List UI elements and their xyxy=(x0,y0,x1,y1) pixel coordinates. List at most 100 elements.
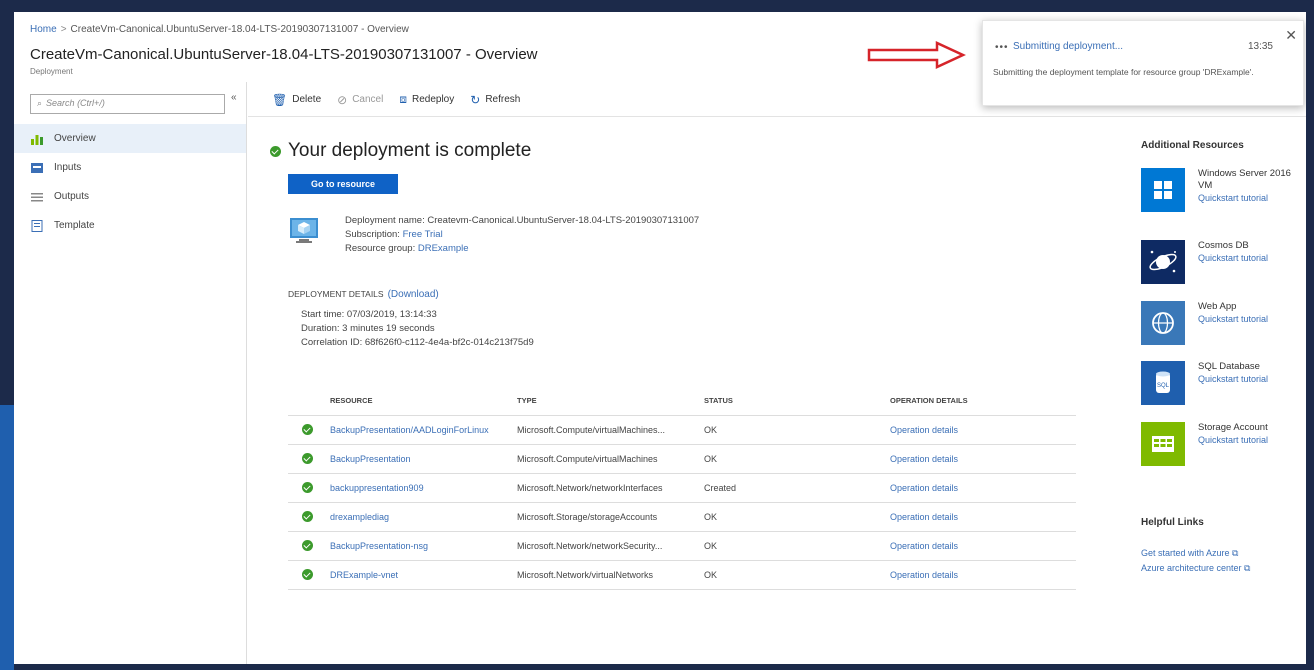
resource-status: OK xyxy=(704,541,718,551)
table-row: BackupPresentation/AADLoginForLinux Micr… xyxy=(288,416,1076,445)
resource-text: Storage Account Quickstart tutorial xyxy=(1198,422,1298,446)
template-icon xyxy=(31,219,43,232)
resource-name: SQL Database xyxy=(1198,361,1260,372)
success-check-icon xyxy=(270,145,281,157)
sidebar-nav: Overview Inputs Outputs Template xyxy=(14,124,246,240)
resource-type: Microsoft.Network/networkSecurity... xyxy=(517,541,663,551)
operation-details-link[interactable]: Operation details xyxy=(890,483,1076,493)
resource-text: SQL Database Quickstart tutorial xyxy=(1198,361,1298,385)
delete-button[interactable]: 🗑 Delete xyxy=(272,93,321,107)
operation-details-link[interactable]: Operation details xyxy=(890,570,1076,580)
sql-database-icon: SQL xyxy=(1141,361,1185,405)
search-placeholder: Search (Ctrl+/) xyxy=(46,98,105,108)
breadcrumb-home[interactable]: Home xyxy=(30,24,57,35)
resource-group-label: Resource group: xyxy=(345,243,416,254)
subscription-link[interactable]: Free Trial xyxy=(403,229,443,240)
deployment-complete-title: Your deployment is complete xyxy=(288,140,532,161)
close-icon[interactable]: ✕ xyxy=(1285,27,1297,44)
resource-link[interactable]: BackupPresentation xyxy=(330,454,517,464)
sidebar-item-label: Overview xyxy=(54,133,96,144)
quickstart-link[interactable]: Quickstart tutorial xyxy=(1198,373,1298,385)
refresh-button[interactable]: ↻ Refresh xyxy=(470,93,520,107)
start-time: Start time: 07/03/2019, 13:14:33 xyxy=(301,309,437,320)
operation-details-link[interactable]: Operation details xyxy=(890,454,1076,464)
virtual-machine-icon xyxy=(290,218,318,243)
operation-details-link[interactable]: Operation details xyxy=(890,425,1076,435)
cancel-icon: ⊘ xyxy=(337,92,348,107)
resource-text: Windows Server 2016 VM Quickstart tutoria… xyxy=(1198,168,1298,204)
notification-toast[interactable]: ••• Submitting deployment... 13:35 Submi… xyxy=(982,20,1304,106)
quickstart-link[interactable]: Quickstart tutorial xyxy=(1198,252,1298,264)
row-status-cell xyxy=(288,481,330,495)
deployment-details-heading: DEPLOYMENT DETAILS (Download) xyxy=(288,289,439,300)
web-app-icon xyxy=(1141,301,1185,345)
sidebar-item-overview[interactable]: Overview xyxy=(14,124,246,153)
redeploy-button[interactable]: ⧈ Redeploy xyxy=(399,92,454,107)
go-to-resource-button[interactable]: Go to resource xyxy=(288,174,398,194)
deployment-name: Createvm-Canonical.UbuntuServer-18.04-LT… xyxy=(427,215,700,226)
quickstart-link[interactable]: Quickstart tutorial xyxy=(1198,313,1298,325)
page-title: CreateVm-Canonical.UbuntuServer-18.04-LT… xyxy=(30,46,538,63)
deployment-name-label: Deployment name: xyxy=(345,215,425,226)
redeploy-icon: ⧈ xyxy=(399,92,407,106)
cancel-label: Cancel xyxy=(352,94,384,105)
cancel-button[interactable]: ⊘ Cancel xyxy=(337,93,383,107)
resource-type: Microsoft.Network/virtualNetworks xyxy=(517,570,654,580)
resource-status: OK xyxy=(704,512,718,522)
get-started-link[interactable]: Get started with Azure ⧉ xyxy=(1141,546,1291,560)
resource-link[interactable]: backuppresentation909 xyxy=(330,483,517,493)
sidebar-item-template[interactable]: Template xyxy=(14,211,246,240)
svg-text:SQL: SQL xyxy=(1157,383,1170,389)
portal-window: Home > CreateVm-Canonical.UbuntuServer-18.… xyxy=(14,12,1306,664)
resource-status: OK xyxy=(704,425,718,435)
page-subtitle: Deployment xyxy=(30,67,73,76)
operation-details-link[interactable]: Operation details xyxy=(890,541,1076,551)
deployment-info: Deployment name: Createvm-Canonical.Ubun… xyxy=(345,214,699,256)
column-header-status: STATUS xyxy=(704,396,733,405)
resource-name: Windows Server 2016 VM xyxy=(1198,168,1291,191)
quickstart-link[interactable]: Quickstart tutorial xyxy=(1198,192,1298,204)
architecture-center-link[interactable]: Azure architecture center ⧉ xyxy=(1141,561,1291,575)
success-check-icon xyxy=(302,481,313,493)
sidebar-item-label: Outputs xyxy=(54,191,90,202)
collapse-sidebar-icon[interactable]: « xyxy=(231,92,237,103)
resources-table: RESOURCE TYPE STATUS OPERATION DETAILS B… xyxy=(288,386,1076,590)
inputs-icon xyxy=(31,162,43,173)
sidebar-item-label: Inputs xyxy=(54,162,82,173)
resource-status: Created xyxy=(704,483,737,493)
search-input[interactable]: ⌕ Search (Ctrl+/) xyxy=(30,94,225,114)
success-check-icon xyxy=(302,568,313,580)
resource-name: Cosmos DB xyxy=(1198,240,1249,251)
frame-accent xyxy=(0,405,14,670)
resource-type: Microsoft.Storage/storageAccounts xyxy=(517,512,658,522)
refresh-icon: ↻ xyxy=(470,92,481,107)
cosmos-db-icon xyxy=(1141,240,1185,284)
table-row: backuppresentation909 Microsoft.Network/… xyxy=(288,474,1076,503)
refresh-label: Refresh xyxy=(485,94,521,105)
sidebar-item-inputs[interactable]: Inputs xyxy=(14,153,246,182)
quickstart-link[interactable]: Quickstart tutorial xyxy=(1198,434,1298,446)
sidebar-item-label: Template xyxy=(54,220,95,231)
subscription-row: Subscription: Free Trial xyxy=(345,228,699,242)
sidebar-item-outputs[interactable]: Outputs xyxy=(14,182,246,211)
resource-link[interactable]: DRExample-vnet xyxy=(330,570,517,580)
download-link[interactable]: (Download) xyxy=(388,289,439,300)
column-header-resource: RESOURCE xyxy=(330,396,373,405)
column-header-operation-details: OPERATION DETAILS xyxy=(890,396,968,405)
operation-details-link[interactable]: Operation details xyxy=(890,512,1076,522)
notification-time: 13:35 xyxy=(1247,41,1273,52)
resource-group-link[interactable]: DRExample xyxy=(418,243,469,254)
notification-body: Submitting the deployment template for r… xyxy=(993,67,1254,77)
additional-resources-heading: Additional Resources xyxy=(1141,140,1244,151)
resource-link[interactable]: drexamplediag xyxy=(330,512,517,522)
resource-link[interactable]: BackupPresentation-nsg xyxy=(330,541,517,551)
deployment-name-row: Deployment name: Createvm-Canonical.Ubun… xyxy=(345,214,699,228)
resource-group-row: Resource group: DRExample xyxy=(345,242,699,256)
outputs-icon xyxy=(31,192,43,201)
success-check-icon xyxy=(302,510,313,522)
resource-link[interactable]: BackupPresentation/AADLoginForLinux xyxy=(330,425,517,435)
table-header: RESOURCE TYPE STATUS OPERATION DETAILS xyxy=(288,386,1076,416)
delete-label: Delete xyxy=(292,94,322,105)
search-icon: ⌕ xyxy=(37,98,43,108)
notification-title[interactable]: Submitting deployment... xyxy=(1013,41,1123,52)
